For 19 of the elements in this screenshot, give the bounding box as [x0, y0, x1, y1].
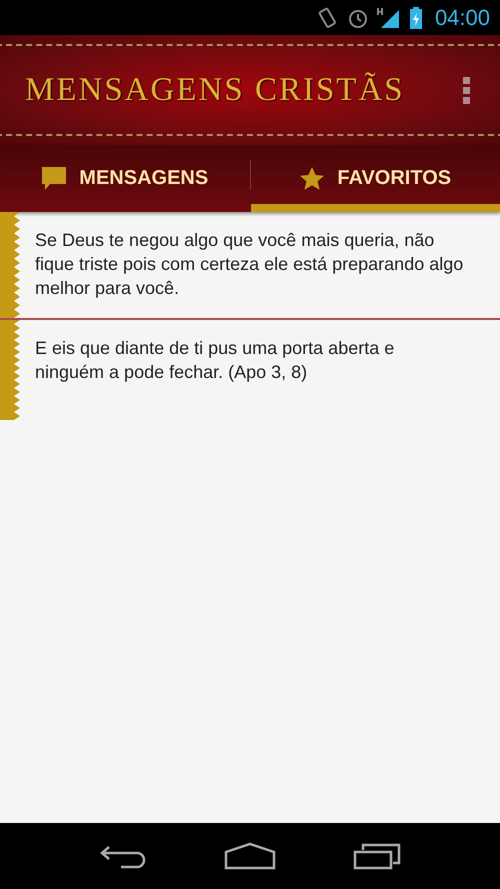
signal-icon	[376, 6, 401, 30]
battery-icon	[408, 6, 423, 30]
tab[interactable]: MENSAGENS	[0, 145, 250, 212]
back-icon[interactable]	[98, 843, 147, 869]
message-card[interactable]: Se Deus te negou algo que você mais queria, não fique triste pois com certeza ele está preparando algo melhor para você.	[0, 212, 500, 320]
message-text: E eis que diante de ti pus uma porta aberta e ninguém a pode fechar. (Apo 3, 8)	[34, 337, 396, 384]
star-icon	[299, 166, 326, 192]
message-text: Se Deus te negou algo que você mais queria, não fique triste pois com certeza ele está preparando algo melhor para você.	[34, 229, 464, 300]
home-icon[interactable]	[224, 842, 276, 870]
app-title: MENSAGENS CRISTÃS	[25, 72, 405, 108]
message-card[interactable]: E eis que diante de ti pus uma porta aberta e ninguém a pode fechar. (Apo 3, 8)	[0, 320, 500, 420]
recent-apps-icon[interactable]	[353, 842, 402, 870]
ribbon-edge-icon	[0, 320, 20, 420]
overflow-menu-icon[interactable]	[461, 74, 472, 106]
clock-time: 04:00	[434, 4, 490, 30]
tab[interactable]: FAVORITOS	[250, 145, 500, 212]
speech-bubble-icon	[41, 166, 68, 192]
vibrate-icon	[316, 6, 339, 30]
ribbon-edge-icon	[0, 212, 20, 318]
